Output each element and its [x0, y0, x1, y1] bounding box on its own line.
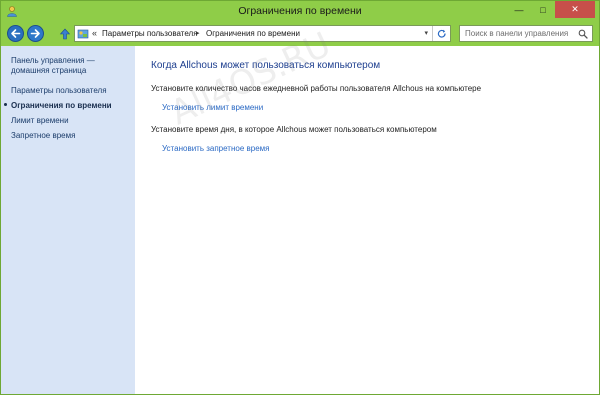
sidebar-item-time-limits[interactable]: Ограничения по времени [11, 101, 112, 110]
maximize-button[interactable]: □ [531, 1, 555, 18]
caption-buttons: — □ ✕ [507, 1, 595, 19]
breadcrumb-separator[interactable]: ▸ [196, 29, 200, 37]
content-area: Панель управления — домашняя страница Па… [1, 25, 599, 394]
address-chevron[interactable]: « [92, 28, 97, 38]
app-window: Ограничения по времени — □ ✕ « Параметры… [0, 0, 600, 395]
sidebar-item-user-settings[interactable]: Параметры пользователя [11, 86, 107, 95]
search-input[interactable]: Поиск в панели управления [465, 29, 568, 38]
address-dropdown[interactable]: ▾ [424, 29, 428, 37]
search-box[interactable]: Поиск в панели управления [459, 25, 593, 42]
search-icon[interactable] [578, 29, 588, 39]
sidebar-item-blocked-hours[interactable]: Запретное время [11, 131, 75, 140]
sidebar-home-link[interactable]: Панель управления — домашняя страница [11, 56, 131, 76]
address-bar[interactable]: « Параметры пользователя ▸ Ограничения п… [74, 25, 451, 42]
refresh-icon [437, 29, 446, 38]
title-bar: Ограничения по времени — □ ✕ [1, 1, 599, 21]
set-blocked-hours-link[interactable]: Установить запретное время [162, 144, 269, 153]
back-arrow-icon [11, 29, 21, 38]
control-panel-icon [77, 29, 89, 39]
sidebar: Панель управления — домашняя страница Па… [1, 46, 135, 394]
forward-button[interactable] [27, 25, 44, 42]
sidebar-item-time-limit[interactable]: Лимит времени [11, 116, 69, 125]
breadcrumb-user-settings[interactable]: Параметры пользователя [102, 29, 198, 38]
refresh-button[interactable] [432, 26, 450, 41]
close-button[interactable]: ✕ [555, 1, 595, 18]
breadcrumb-time-limits[interactable]: Ограничения по времени [206, 29, 300, 38]
minimize-button[interactable]: — [507, 1, 531, 18]
back-button[interactable] [7, 25, 24, 42]
forward-arrow-icon [30, 29, 40, 38]
current-item-bullet [4, 103, 7, 106]
up-arrow-icon[interactable] [59, 28, 71, 40]
